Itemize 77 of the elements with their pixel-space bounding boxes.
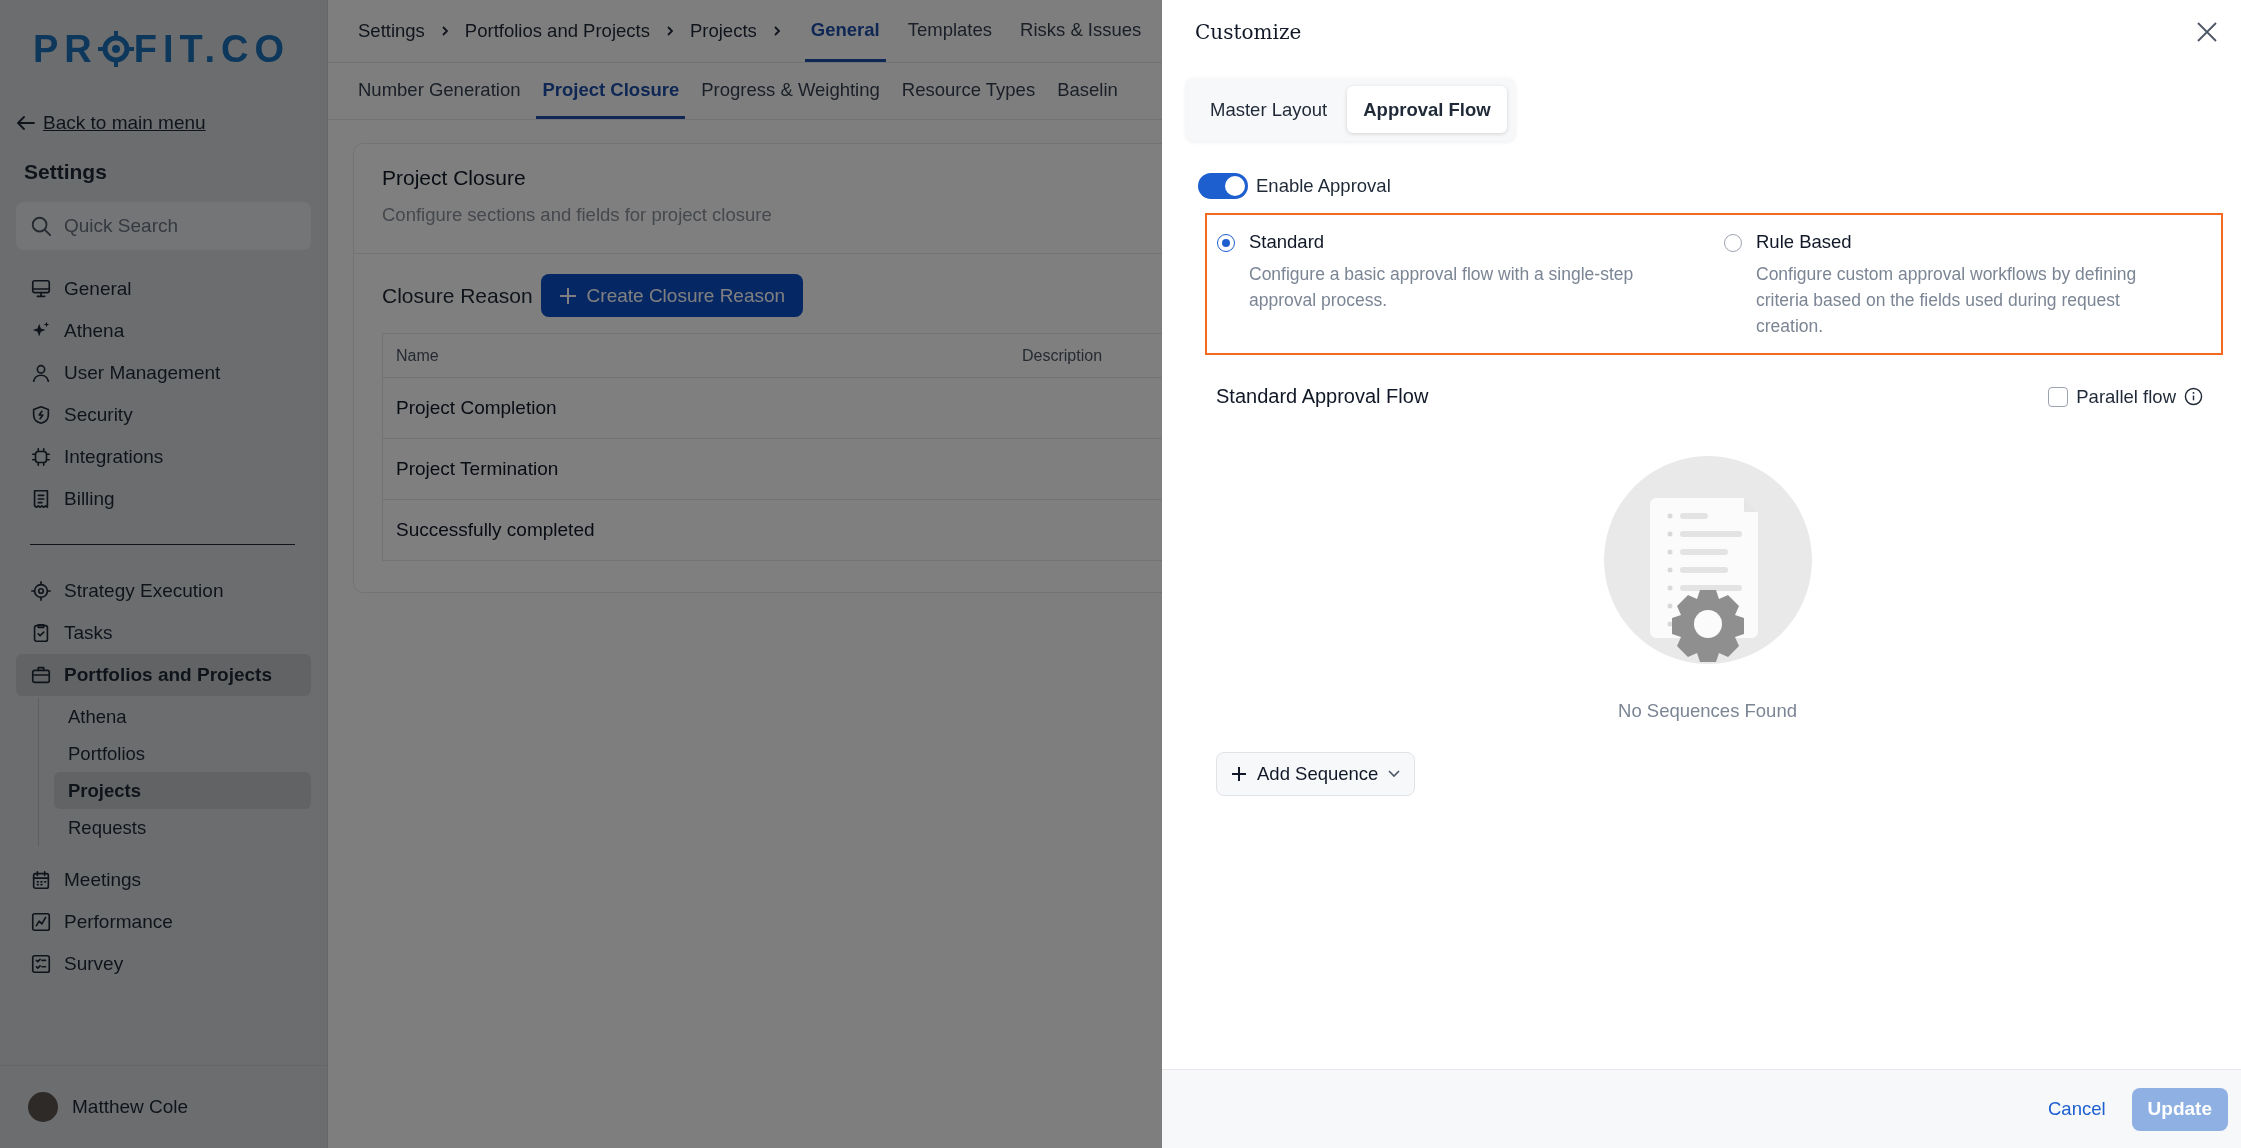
nav-tab[interactable]: Templates (901, 0, 998, 62)
settings-tab[interactable]: Baselin (1051, 63, 1124, 119)
checkbox[interactable] (2048, 386, 2069, 407)
sidebar-item[interactable]: Security (16, 394, 311, 436)
shield-icon (30, 404, 52, 426)
empty-message: No Sequences Found (1618, 700, 1797, 722)
settings-tab[interactable]: Project Closure (536, 63, 686, 119)
sidebar-item[interactable]: User Management (16, 352, 311, 394)
card-subtitle: Configure sections and fields for project closure (382, 204, 773, 226)
drawer-tab[interactable]: Approval Flow (1347, 86, 1507, 133)
option-title: Standard (1249, 231, 1326, 253)
briefcase-icon (30, 664, 52, 686)
toggle-switch[interactable] (1198, 173, 1248, 199)
toggle-label: Enable Approval (1256, 175, 1391, 197)
breadcrumb-link[interactable]: Portfolios and Projects (464, 20, 650, 42)
drawer-tab[interactable]: Master Layout (1194, 86, 1344, 133)
search-field[interactable]: Quick Search (16, 202, 311, 250)
settings-tab[interactable]: Number Generation (352, 63, 527, 119)
table-cell: Successfully completed (382, 499, 1009, 561)
checklist-icon (30, 953, 52, 975)
option-description: Configure custom approval workflows by defining criteria based on the fields used during request creation. (1756, 263, 2138, 338)
sidebar-item[interactable]: General (16, 268, 311, 310)
breadcrumb-link[interactable]: Settings (358, 20, 425, 42)
arrow-left-icon (17, 116, 35, 130)
sidebar-subitem[interactable]: Portfolios (54, 735, 311, 772)
table-cell: Project Completion (382, 377, 1009, 439)
plus-icon (1231, 766, 1247, 782)
close-icon[interactable] (2197, 22, 2217, 42)
sidebar-item[interactable]: Portfolios and Projects (16, 654, 311, 696)
sidebar-item[interactable]: Strategy Execution (16, 570, 311, 612)
logo-text: PR (33, 28, 98, 70)
settings-tab[interactable]: Resource Types (895, 63, 1042, 119)
chevron-down-icon (1388, 770, 1401, 778)
nav-tab[interactable]: Risks & Issues (1014, 0, 1148, 62)
card-title: Project Closure (382, 166, 527, 190)
chevron-right-icon (440, 25, 449, 37)
checkbox-label: Parallel flow (2076, 385, 2176, 408)
option-description: Configure a basic approval flow with a single-step approval process. (1249, 263, 1635, 312)
chevron-right-icon (665, 25, 674, 37)
sidebar-item[interactable]: Integrations (16, 436, 311, 478)
sidebar-item[interactable]: Performance (16, 901, 311, 943)
sidebar-item[interactable]: Meetings (16, 859, 311, 901)
add-sequence-button[interactable]: Add Sequence (1216, 752, 1416, 796)
sidebar-item[interactable]: Tasks (16, 612, 311, 654)
sidebar-subitem[interactable]: Athena (54, 698, 311, 735)
monitor-icon (30, 278, 52, 300)
search-icon (30, 215, 52, 237)
chip-icon (30, 446, 52, 468)
sidebar-subitem[interactable]: Projects (54, 772, 311, 809)
logo-text: FIT.CO (133, 28, 291, 70)
person-icon (30, 362, 52, 384)
target-icon (97, 31, 134, 67)
nav-tab[interactable]: General (804, 0, 886, 62)
calendar-icon (30, 869, 52, 891)
sidebar-title: Settings (24, 160, 108, 184)
chevron-right-icon (772, 25, 781, 37)
plus-icon (558, 286, 577, 305)
create-button[interactable]: Create Closure Reason (540, 274, 804, 317)
settings-tab[interactable]: Progress & Weighting (695, 63, 886, 119)
cancel-link[interactable]: Cancel (2048, 1098, 2106, 1120)
chart-icon (30, 911, 52, 933)
user-name[interactable]: Matthew Cole (72, 1096, 189, 1118)
back-link[interactable]: Back to main menu (43, 112, 206, 134)
sidebar-subitem[interactable]: Requests (54, 809, 311, 846)
avatar-icon (28, 1092, 58, 1122)
drawer-title: Customize (1195, 20, 1302, 44)
section-title: Standard Approval Flow (1216, 385, 1429, 408)
column-header: Name (382, 333, 1009, 378)
option-title: Rule Based (1756, 231, 1853, 253)
section-title: Closure Reason (382, 283, 533, 308)
target-icon (30, 580, 52, 602)
sidebar-item[interactable]: Athena (16, 310, 311, 352)
breadcrumb-link[interactable]: Projects (689, 20, 757, 42)
info-icon (2184, 387, 2203, 406)
sidebar-item[interactable]: Billing (16, 478, 311, 520)
sidebar-item[interactable]: Survey (16, 943, 311, 985)
table-cell: Project Termination (382, 438, 1009, 500)
